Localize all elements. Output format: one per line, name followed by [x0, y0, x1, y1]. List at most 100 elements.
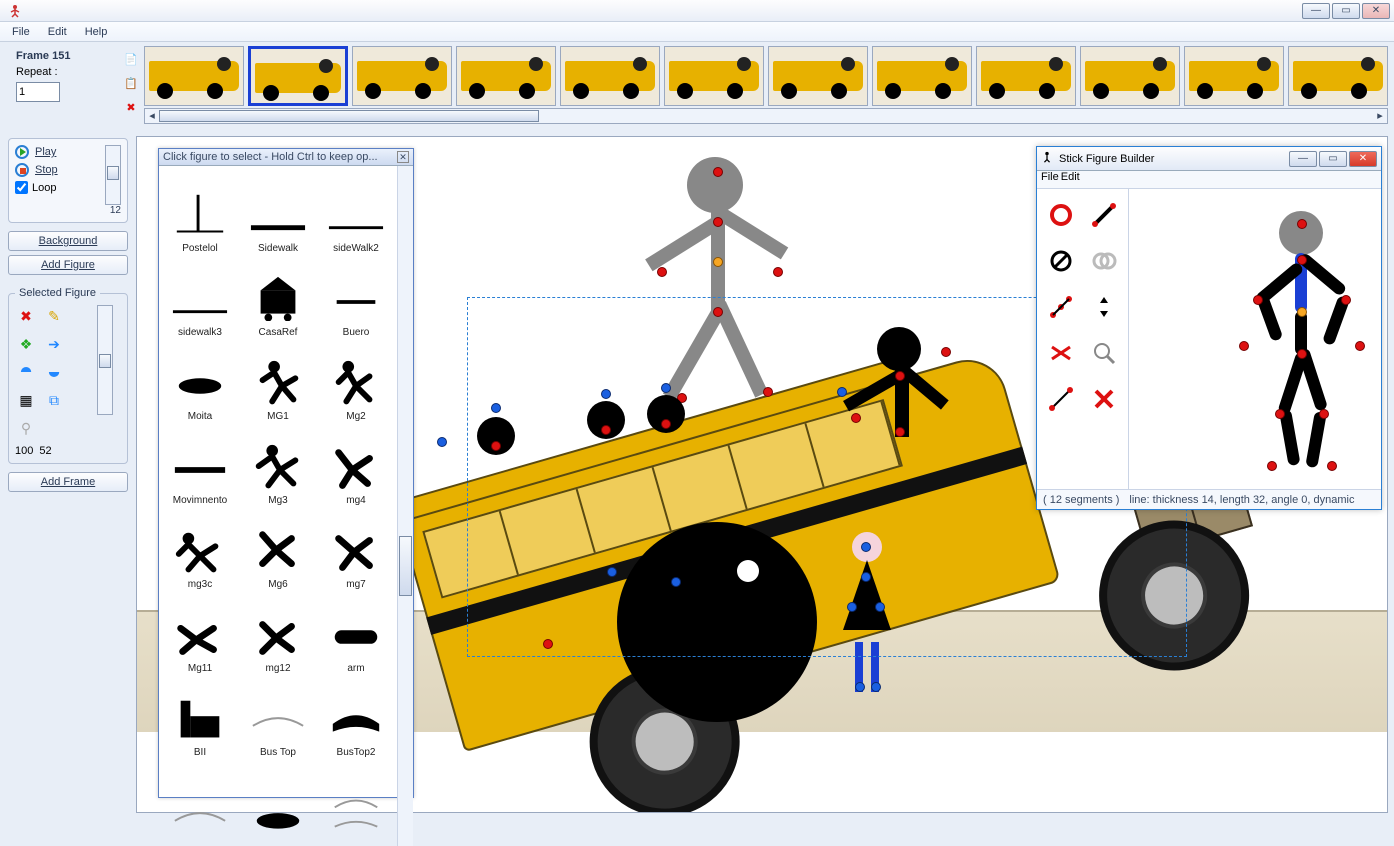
- menu-help[interactable]: Help: [77, 24, 116, 40]
- palette-item[interactable]: Mg11: [161, 590, 239, 674]
- origin-node[interactable]: [671, 577, 681, 587]
- tool-toggle-icon[interactable]: [1041, 239, 1082, 283]
- copy-frame-icon[interactable]: 📄: [122, 50, 140, 68]
- palette-item[interactable]: sidewalk3: [161, 254, 239, 338]
- scale-spinner[interactable]: 100: [15, 445, 33, 457]
- origin-node[interactable]: [543, 639, 553, 649]
- timeline-thumb[interactable]: [976, 46, 1076, 106]
- menu-file[interactable]: File: [4, 24, 38, 40]
- paste-frame-icon[interactable]: 📋: [122, 74, 140, 92]
- palette-item[interactable]: mg12: [239, 590, 317, 674]
- builder-close-button[interactable]: ✕: [1349, 151, 1377, 167]
- timeline-thumb[interactable]: [352, 46, 452, 106]
- tool-delete-icon[interactable]: [1084, 377, 1125, 421]
- edit-figure-icon[interactable]: ✎: [43, 305, 65, 327]
- palette-item[interactable]: BusTop2: [317, 674, 395, 758]
- builder-menu-file[interactable]: File: [1041, 171, 1059, 188]
- tool-mirror-icon[interactable]: [1041, 377, 1082, 421]
- palette-item[interactable]: [161, 758, 239, 842]
- delete-figure-icon[interactable]: ✖: [15, 305, 37, 327]
- flip-figure-icon[interactable]: ➔: [43, 333, 65, 355]
- palette-item[interactable]: Mg3: [239, 422, 317, 506]
- builder-minimize-button[interactable]: —: [1289, 151, 1317, 167]
- maximize-button[interactable]: ▭: [1332, 3, 1360, 19]
- figure-palette-window[interactable]: Click figure to select - Hold Ctrl to ke…: [158, 148, 414, 798]
- palette-item[interactable]: Bus Top: [239, 674, 317, 758]
- palette-titlebar[interactable]: Click figure to select - Hold Ctrl to ke…: [159, 149, 413, 166]
- tool-circle-icon[interactable]: [1041, 193, 1082, 237]
- color-figure-icon[interactable]: ▦: [15, 389, 37, 411]
- timeline-scrollbar[interactable]: ◂ ▸: [144, 108, 1388, 124]
- palette-item[interactable]: [239, 758, 317, 842]
- center-figure-icon[interactable]: ❖: [15, 333, 37, 355]
- repeat-spinner[interactable]: 1: [16, 82, 60, 102]
- background-button[interactable]: Background: [8, 231, 128, 251]
- close-button[interactable]: ✕: [1362, 3, 1390, 19]
- timeline-thumb[interactable]: [1288, 46, 1388, 106]
- palette-item[interactable]: mg4: [317, 422, 395, 506]
- origin-node[interactable]: [607, 567, 617, 577]
- scroll-right-icon[interactable]: ▸: [1373, 109, 1387, 123]
- timeline-thumb[interactable]: [768, 46, 868, 106]
- fps-slider[interactable]: [105, 145, 121, 205]
- palette-item[interactable]: Buero: [317, 254, 395, 338]
- timeline-thumb[interactable]: [456, 46, 556, 106]
- duplicate-figure-icon[interactable]: ⧉: [43, 389, 65, 411]
- blank-3: [71, 361, 93, 383]
- tool-split-icon[interactable]: [1041, 285, 1082, 329]
- builder-menu-edit[interactable]: Edit: [1061, 171, 1080, 188]
- blank-2: [71, 333, 93, 355]
- palette-item[interactable]: Moita: [161, 338, 239, 422]
- palette-close-icon[interactable]: ✕: [397, 151, 409, 163]
- palette-item[interactable]: CasaRef: [239, 254, 317, 338]
- minimize-button[interactable]: —: [1302, 3, 1330, 19]
- timeline-thumb[interactable]: [248, 46, 348, 106]
- builder-canvas[interactable]: [1129, 189, 1381, 489]
- timeline-thumb[interactable]: [560, 46, 660, 106]
- palette-item[interactable]: arm: [317, 590, 395, 674]
- lower-figure-icon[interactable]: ⯋: [43, 361, 65, 383]
- play-button[interactable]: Play: [35, 146, 56, 158]
- add-frame-button[interactable]: Add Frame: [8, 472, 128, 492]
- timeline-thumb[interactable]: [144, 46, 244, 106]
- playback-panel: Play Stop Loop 12: [8, 138, 128, 223]
- menu-edit[interactable]: Edit: [40, 24, 75, 40]
- loop-checkbox[interactable]: [15, 181, 28, 194]
- selected-figure-legend: Selected Figure: [15, 287, 100, 299]
- origin-node[interactable]: [437, 437, 447, 447]
- palette-item[interactable]: Movimnento: [161, 422, 239, 506]
- tool-scissors-icon[interactable]: [1041, 331, 1082, 375]
- origin-node[interactable]: [837, 387, 847, 397]
- palette-item[interactable]: Postelol: [161, 170, 239, 254]
- palette-scrollbar[interactable]: [397, 166, 413, 846]
- scroll-left-icon[interactable]: ◂: [145, 109, 159, 123]
- tool-zoom-icon[interactable]: [1084, 331, 1125, 375]
- builder-titlebar[interactable]: Stick Figure Builder — ▭ ✕: [1037, 147, 1381, 171]
- palette-item[interactable]: mg3c: [161, 506, 239, 590]
- palette-item[interactable]: Mg6: [239, 506, 317, 590]
- raise-figure-icon[interactable]: ⯊: [15, 361, 37, 383]
- palette-item[interactable]: MG1: [239, 338, 317, 422]
- builder-maximize-button[interactable]: ▭: [1319, 151, 1347, 167]
- stick-figure-builder-window[interactable]: Stick Figure Builder — ▭ ✕ File Edit: [1036, 146, 1382, 510]
- palette-item[interactable]: BII: [161, 674, 239, 758]
- palette-item[interactable]: Mg2: [317, 338, 395, 422]
- scale-slider[interactable]: [97, 305, 113, 415]
- timeline-thumb[interactable]: [664, 46, 764, 106]
- timeline-thumb[interactable]: [1184, 46, 1284, 106]
- timeline-thumbs: [144, 46, 1388, 106]
- add-figure-button[interactable]: Add Figure: [8, 255, 128, 275]
- delete-frame-icon[interactable]: ✖: [122, 98, 140, 116]
- tool-line-icon[interactable]: [1084, 193, 1125, 237]
- palette-item[interactable]: [317, 758, 395, 842]
- palette-item[interactable]: mg7: [317, 506, 395, 590]
- timeline-thumb[interactable]: [872, 46, 972, 106]
- timeline-thumb[interactable]: [1080, 46, 1180, 106]
- tool-arrows-icon[interactable]: [1084, 285, 1125, 329]
- tool-duplicate-icon[interactable]: [1084, 239, 1125, 283]
- scroll-handle[interactable]: [159, 110, 539, 122]
- join-figure-icon[interactable]: ⚲: [15, 417, 37, 439]
- stop-button[interactable]: Stop: [35, 164, 58, 176]
- palette-item[interactable]: Sidewalk: [239, 170, 317, 254]
- palette-item[interactable]: sideWalk2: [317, 170, 395, 254]
